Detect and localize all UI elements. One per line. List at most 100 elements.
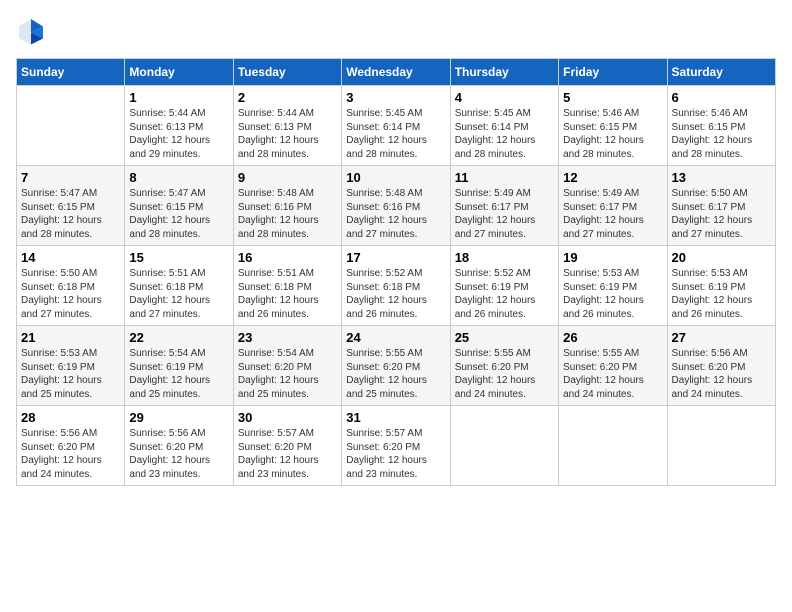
weekday-header-thursday: Thursday bbox=[450, 59, 558, 86]
calendar-cell bbox=[450, 406, 558, 486]
week-row-2: 14Sunrise: 5:50 AMSunset: 6:18 PMDayligh… bbox=[17, 246, 776, 326]
day-info: Sunrise: 5:44 AMSunset: 6:13 PMDaylight:… bbox=[238, 107, 337, 161]
calendar-cell: 9 Sunrise: 5:48 AMSunset: 6:16 PMDaylight… bbox=[233, 166, 341, 246]
day-info: Sunrise: 5:47 AMSunset: 6:15 PMDaylight:… bbox=[129, 187, 228, 241]
calendar: SundayMondayTuesdayWednesdayThursdayFrid… bbox=[16, 58, 776, 486]
weekday-header-friday: Friday bbox=[559, 59, 667, 86]
calendar-cell: 25Sunrise: 5:55 AMSunset: 6:20 PMDayligh… bbox=[450, 326, 558, 406]
calendar-cell: 5 Sunrise: 5:46 AMSunset: 6:15 PMDaylight… bbox=[559, 86, 667, 166]
day-number: 6 bbox=[672, 90, 771, 105]
week-row-1: 7 Sunrise: 5:47 AMSunset: 6:15 PMDaylight… bbox=[17, 166, 776, 246]
calendar-cell: 31 Sunrise: 5:57 AMSunset: 6:20 PMDayligh… bbox=[342, 406, 450, 486]
day-info: Sunrise: 5:51 AMSunset: 6:18 PMDaylight:… bbox=[129, 267, 228, 321]
day-info: Sunrise: 5:56 AMSunset: 6:20 PMDaylight:… bbox=[672, 347, 771, 401]
weekday-header-row: SundayMondayTuesdayWednesdayThursdayFrid… bbox=[17, 59, 776, 86]
day-number: 27 bbox=[672, 330, 771, 345]
calendar-cell: 17 Sunrise: 5:52 AMSunset: 6:18 PMDayligh… bbox=[342, 246, 450, 326]
day-number: 3 bbox=[346, 90, 445, 105]
day-info: Sunrise: 5:48 AMSunset: 6:16 PMDaylight:… bbox=[238, 187, 337, 241]
calendar-cell: 2Sunrise: 5:44 AMSunset: 6:13 PMDaylight… bbox=[233, 86, 341, 166]
day-info: Sunrise: 5:44 AMSunset: 6:13 PMDaylight:… bbox=[129, 107, 228, 161]
day-number: 12 bbox=[563, 170, 662, 185]
day-info: Sunrise: 5:49 AMSunset: 6:17 PMDaylight:… bbox=[563, 187, 662, 241]
calendar-cell: 30Sunrise: 5:57 AMSunset: 6:20 PMDayligh… bbox=[233, 406, 341, 486]
logo bbox=[16, 16, 50, 46]
day-info: Sunrise: 5:50 AMSunset: 6:17 PMDaylight:… bbox=[672, 187, 771, 241]
day-number: 19 bbox=[563, 250, 662, 265]
day-info: Sunrise: 5:48 AMSunset: 6:16 PMDaylight:… bbox=[346, 187, 445, 241]
day-info: Sunrise: 5:52 AMSunset: 6:19 PMDaylight:… bbox=[455, 267, 554, 321]
day-info: Sunrise: 5:53 AMSunset: 6:19 PMDaylight:… bbox=[21, 347, 120, 401]
week-row-3: 21 Sunrise: 5:53 AMSunset: 6:19 PMDayligh… bbox=[17, 326, 776, 406]
day-info: Sunrise: 5:56 AMSunset: 6:20 PMDaylight:… bbox=[129, 427, 228, 481]
day-info: Sunrise: 5:55 AMSunset: 6:20 PMDaylight:… bbox=[563, 347, 662, 401]
day-number: 10 bbox=[346, 170, 445, 185]
week-row-0: 1 Sunrise: 5:44 AMSunset: 6:13 PMDaylight… bbox=[17, 86, 776, 166]
calendar-cell: 23 Sunrise: 5:54 AMSunset: 6:20 PMDayligh… bbox=[233, 326, 341, 406]
calendar-cell: 15 Sunrise: 5:51 AMSunset: 6:18 PMDayligh… bbox=[125, 246, 233, 326]
calendar-cell: 26 Sunrise: 5:55 AMSunset: 6:20 PMDayligh… bbox=[559, 326, 667, 406]
day-number: 1 bbox=[129, 90, 228, 105]
day-number: 17 bbox=[346, 250, 445, 265]
day-info: Sunrise: 5:52 AMSunset: 6:18 PMDaylight:… bbox=[346, 267, 445, 321]
day-info: Sunrise: 5:45 AMSunset: 6:14 PMDaylight:… bbox=[455, 107, 554, 161]
day-number: 31 bbox=[346, 410, 445, 425]
logo-icon bbox=[16, 16, 46, 46]
day-info: Sunrise: 5:57 AMSunset: 6:20 PMDaylight:… bbox=[346, 427, 445, 481]
day-number: 13 bbox=[672, 170, 771, 185]
day-info: Sunrise: 5:55 AMSunset: 6:20 PMDaylight:… bbox=[455, 347, 554, 401]
day-number: 7 bbox=[21, 170, 120, 185]
calendar-cell: 20Sunrise: 5:53 AMSunset: 6:19 PMDayligh… bbox=[667, 246, 775, 326]
calendar-cell: 6Sunrise: 5:46 AMSunset: 6:15 PMDaylight… bbox=[667, 86, 775, 166]
calendar-cell: 27 Sunrise: 5:56 AMSunset: 6:20 PMDayligh… bbox=[667, 326, 775, 406]
day-info: Sunrise: 5:47 AMSunset: 6:15 PMDaylight:… bbox=[21, 187, 120, 241]
day-info: Sunrise: 5:53 AMSunset: 6:19 PMDaylight:… bbox=[672, 267, 771, 321]
calendar-cell: 4Sunrise: 5:45 AMSunset: 6:14 PMDaylight… bbox=[450, 86, 558, 166]
calendar-cell bbox=[17, 86, 125, 166]
calendar-cell: 24 Sunrise: 5:55 AMSunset: 6:20 PMDayligh… bbox=[342, 326, 450, 406]
day-number: 11 bbox=[455, 170, 554, 185]
calendar-cell bbox=[667, 406, 775, 486]
calendar-cell: 22Sunrise: 5:54 AMSunset: 6:19 PMDayligh… bbox=[125, 326, 233, 406]
day-info: Sunrise: 5:53 AMSunset: 6:19 PMDaylight:… bbox=[563, 267, 662, 321]
calendar-cell: 10 Sunrise: 5:48 AMSunset: 6:16 PMDayligh… bbox=[342, 166, 450, 246]
calendar-cell: 7 Sunrise: 5:47 AMSunset: 6:15 PMDaylight… bbox=[17, 166, 125, 246]
calendar-cell: 11 Sunrise: 5:49 AMSunset: 6:17 PMDayligh… bbox=[450, 166, 558, 246]
week-row-4: 28 Sunrise: 5:56 AMSunset: 6:20 PMDayligh… bbox=[17, 406, 776, 486]
calendar-cell: 14Sunrise: 5:50 AMSunset: 6:18 PMDayligh… bbox=[17, 246, 125, 326]
day-number: 5 bbox=[563, 90, 662, 105]
calendar-cell: 28Sunrise: 5:56 AMSunset: 6:20 PMDayligh… bbox=[17, 406, 125, 486]
day-number: 14 bbox=[21, 250, 120, 265]
day-number: 24 bbox=[346, 330, 445, 345]
weekday-header-saturday: Saturday bbox=[667, 59, 775, 86]
day-number: 16 bbox=[238, 250, 337, 265]
day-number: 29 bbox=[129, 410, 228, 425]
day-number: 9 bbox=[238, 170, 337, 185]
weekday-header-wednesday: Wednesday bbox=[342, 59, 450, 86]
calendar-cell: 8 Sunrise: 5:47 AMSunset: 6:15 PMDaylight… bbox=[125, 166, 233, 246]
calendar-cell: 12 Sunrise: 5:49 AMSunset: 6:17 PMDayligh… bbox=[559, 166, 667, 246]
day-number: 23 bbox=[238, 330, 337, 345]
day-info: Sunrise: 5:49 AMSunset: 6:17 PMDaylight:… bbox=[455, 187, 554, 241]
calendar-cell: 21 Sunrise: 5:53 AMSunset: 6:19 PMDayligh… bbox=[17, 326, 125, 406]
day-number: 21 bbox=[21, 330, 120, 345]
calendar-cell: 13 Sunrise: 5:50 AMSunset: 6:17 PMDayligh… bbox=[667, 166, 775, 246]
day-info: Sunrise: 5:51 AMSunset: 6:18 PMDaylight:… bbox=[238, 267, 337, 321]
calendar-cell: 16 Sunrise: 5:51 AMSunset: 6:18 PMDayligh… bbox=[233, 246, 341, 326]
day-info: Sunrise: 5:46 AMSunset: 6:15 PMDaylight:… bbox=[563, 107, 662, 161]
day-number: 28 bbox=[21, 410, 120, 425]
day-number: 8 bbox=[129, 170, 228, 185]
day-number: 22 bbox=[129, 330, 228, 345]
day-number: 15 bbox=[129, 250, 228, 265]
day-info: Sunrise: 5:55 AMSunset: 6:20 PMDaylight:… bbox=[346, 347, 445, 401]
calendar-cell: 3 Sunrise: 5:45 AMSunset: 6:14 PMDaylight… bbox=[342, 86, 450, 166]
calendar-cell bbox=[559, 406, 667, 486]
calendar-cell: 1 Sunrise: 5:44 AMSunset: 6:13 PMDaylight… bbox=[125, 86, 233, 166]
calendar-cell: 29 Sunrise: 5:56 AMSunset: 6:20 PMDayligh… bbox=[125, 406, 233, 486]
day-number: 30 bbox=[238, 410, 337, 425]
day-number: 26 bbox=[563, 330, 662, 345]
calendar-cell: 19 Sunrise: 5:53 AMSunset: 6:19 PMDayligh… bbox=[559, 246, 667, 326]
calendar-cell: 18Sunrise: 5:52 AMSunset: 6:19 PMDayligh… bbox=[450, 246, 558, 326]
day-info: Sunrise: 5:45 AMSunset: 6:14 PMDaylight:… bbox=[346, 107, 445, 161]
day-info: Sunrise: 5:54 AMSunset: 6:20 PMDaylight:… bbox=[238, 347, 337, 401]
